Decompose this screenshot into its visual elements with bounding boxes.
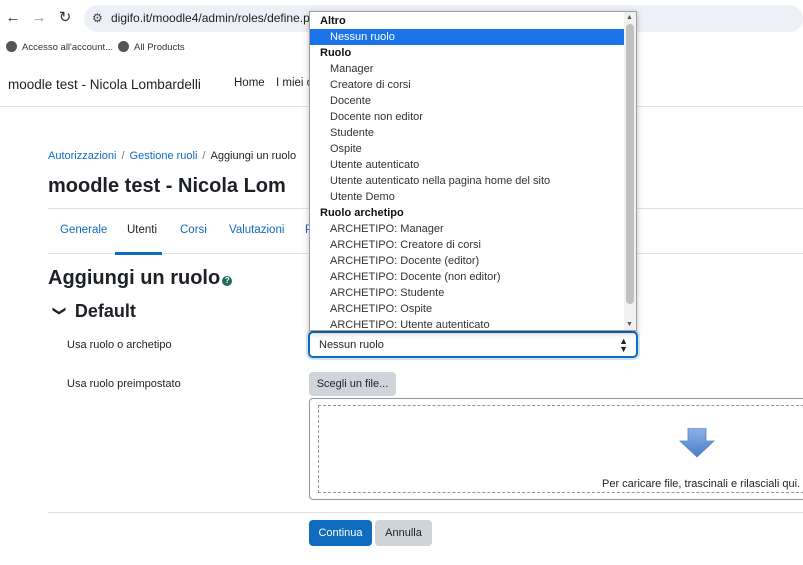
- option-archetipo-ospite[interactable]: ARCHETIPO: Ospite: [310, 301, 625, 317]
- breadcrumb-autorizzazioni[interactable]: Autorizzazioni: [48, 150, 116, 162]
- chevron-down-icon[interactable]: ❯: [51, 306, 67, 317]
- breadcrumb: Autorizzazioni / Gestione ruoli / Aggiungi u…: [48, 150, 296, 162]
- option-nessun-ruolo[interactable]: Nessun ruolo: [310, 29, 625, 45]
- scrollbar-thumb[interactable]: [626, 24, 634, 304]
- option-docente[interactable]: Docente: [310, 93, 625, 109]
- option-creatore-di-corsi[interactable]: Creatore di corsi: [310, 77, 625, 93]
- collapsible-section-default[interactable]: ❯ Default: [51, 301, 136, 322]
- scroll-up-icon[interactable]: ▲: [626, 14, 633, 21]
- option-ospite[interactable]: Ospite: [310, 141, 625, 157]
- choose-file-button[interactable]: Scegli un file...: [309, 372, 396, 396]
- url-text[interactable]: digifo.it/moodle4/admin/roles/define.php…: [111, 11, 336, 25]
- globe-icon: [6, 41, 17, 52]
- optgroup-ruolo-archetipo: Ruolo archetipo: [320, 207, 404, 219]
- nav-home[interactable]: Home: [234, 77, 265, 89]
- page-title: moodle test - Nicola Lom: [48, 175, 286, 197]
- globe-icon: [118, 41, 129, 52]
- scroll-down-icon[interactable]: ▼: [626, 321, 633, 328]
- drop-instructions: Per caricare file, trascinali e rilascia…: [602, 478, 801, 490]
- section-heading: Aggiungi un ruolo?: [48, 267, 233, 290]
- select-value: Nessun ruolo: [319, 339, 384, 351]
- continue-button[interactable]: Continua: [309, 520, 372, 546]
- option-archetipo-creatore[interactable]: ARCHETIPO: Creatore di corsi: [310, 237, 625, 253]
- bookmark-item[interactable]: Accesso all'account...: [6, 41, 113, 53]
- tab-generale[interactable]: Generale: [60, 224, 107, 236]
- option-manager[interactable]: Manager: [310, 61, 625, 77]
- tab-corsi[interactable]: Corsi: [180, 224, 207, 236]
- select-arrows-icon: ▲ ▼: [619, 336, 628, 354]
- preset-role-label: Usa ruolo preimpostato: [67, 378, 181, 390]
- option-archetipo-manager[interactable]: ARCHETIPO: Manager: [310, 221, 625, 237]
- breadcrumb-gestione-ruoli[interactable]: Gestione ruoli: [130, 150, 198, 162]
- forward-icon[interactable]: →: [30, 9, 48, 27]
- bookmark-label: All Products: [134, 42, 185, 53]
- option-utente-demo[interactable]: Utente Demo: [310, 189, 625, 205]
- divider: [48, 512, 803, 513]
- back-icon[interactable]: ←: [4, 9, 22, 27]
- dropdown-scrollbar[interactable]: ▲ ▼: [624, 12, 636, 330]
- file-drop-zone[interactable]: Per caricare file, trascinali e rilascia…: [318, 405, 803, 493]
- bookmark-item[interactable]: All Products: [118, 41, 185, 53]
- dropdown-options: Altro Nessun ruolo Ruolo Manager Creator…: [310, 13, 625, 330]
- tab-valutazioni[interactable]: Valutazioni: [229, 224, 284, 236]
- optgroup-altro: Altro: [320, 15, 346, 27]
- role-select-dropdown-list: Altro Nessun ruolo Ruolo Manager Creator…: [309, 11, 637, 331]
- option-utente-autenticato-home[interactable]: Utente autenticato nella pagina home del…: [310, 173, 625, 189]
- nav-my-courses[interactable]: I miei c: [276, 77, 312, 89]
- cancel-button[interactable]: Annulla: [375, 520, 432, 546]
- option-docente-non-editor[interactable]: Docente non editor: [310, 109, 625, 125]
- option-archetipo-docente-non-editor[interactable]: ARCHETIPO: Docente (non editor): [310, 269, 625, 285]
- section-label: Default: [74, 301, 136, 321]
- site-info-icon[interactable]: ⚙: [92, 11, 103, 25]
- active-tab-indicator: [115, 252, 162, 255]
- tab-utenti[interactable]: Utenti: [127, 224, 157, 236]
- help-icon[interactable]: ?: [222, 276, 233, 286]
- site-name[interactable]: moodle test - Nicola Lombardelli: [8, 77, 201, 92]
- optgroup-ruolo: Ruolo: [320, 47, 352, 59]
- reload-icon[interactable]: ↻: [56, 9, 74, 27]
- breadcrumb-current: Aggiungi un ruolo: [210, 150, 297, 162]
- option-archetipo-docente-editor[interactable]: ARCHETIPO: Docente (editor): [310, 253, 625, 269]
- option-studente[interactable]: Studente: [310, 125, 625, 141]
- download-arrow-icon: [679, 428, 715, 458]
- breadcrumb-separator: /: [121, 150, 125, 162]
- bookmark-label: Accesso all'account...: [22, 42, 114, 53]
- use-role-label: Usa ruolo o archetipo: [67, 339, 172, 351]
- breadcrumb-separator: /: [202, 150, 206, 162]
- option-archetipo-utente-autenticato[interactable]: ARCHETIPO: Utente autenticato: [310, 317, 625, 330]
- role-archetype-select[interactable]: Nessun ruolo ▲ ▼: [308, 331, 638, 358]
- file-manager: Per caricare file, trascinali e rilascia…: [309, 398, 803, 500]
- section-heading-text: Aggiungi un ruolo: [48, 267, 221, 289]
- option-archetipo-studente[interactable]: ARCHETIPO: Studente: [310, 285, 625, 301]
- option-utente-autenticato[interactable]: Utente autenticato: [310, 157, 625, 173]
